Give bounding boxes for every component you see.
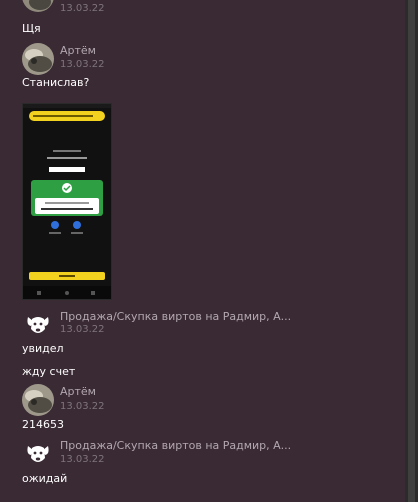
message-text: ожидай — [22, 472, 68, 485]
message-text: 214653 — [22, 418, 64, 431]
avatar-artem[interactable] — [22, 384, 54, 416]
dog-avatar-icon — [27, 446, 49, 462]
message-time: 13.03.22 — [60, 401, 105, 412]
cat-avatar-icon — [22, 43, 54, 75]
message-time: 13.03.22 — [60, 454, 105, 465]
dog-avatar-icon — [27, 317, 49, 333]
message-time: 13.03.22 — [60, 324, 105, 335]
cat-avatar-icon — [22, 0, 54, 12]
payment-screenshot-image — [23, 104, 111, 299]
image-attachment[interactable] — [22, 103, 112, 300]
chat-message-list: 13.03.22 Щя Артём 13.03.22 Станислав? Пр… — [0, 0, 405, 502]
scrollbar-thumb[interactable] — [408, 0, 415, 502]
message-time: 13.03.22 — [60, 3, 105, 14]
avatar-artem[interactable] — [22, 43, 54, 75]
author-name[interactable]: Артём — [60, 44, 96, 57]
scrollbar[interactable] — [405, 0, 418, 502]
message-text: Щя — [22, 22, 41, 35]
avatar-seller[interactable] — [22, 309, 54, 341]
message-text: увидел — [22, 342, 64, 355]
author-name[interactable]: Продажа/Скупка виртов на Радмир, А... — [60, 439, 291, 452]
author-name[interactable]: Продажа/Скупка виртов на Радмир, А... — [60, 310, 291, 323]
message-text: Станислав? — [22, 76, 90, 89]
message-time: 13.03.22 — [60, 59, 105, 70]
message-text: жду счет — [22, 365, 76, 378]
cat-avatar-icon — [22, 384, 54, 416]
avatar-seller[interactable] — [22, 438, 54, 470]
avatar-artem-partial[interactable] — [22, 0, 54, 12]
author-name[interactable]: Артём — [60, 385, 96, 398]
